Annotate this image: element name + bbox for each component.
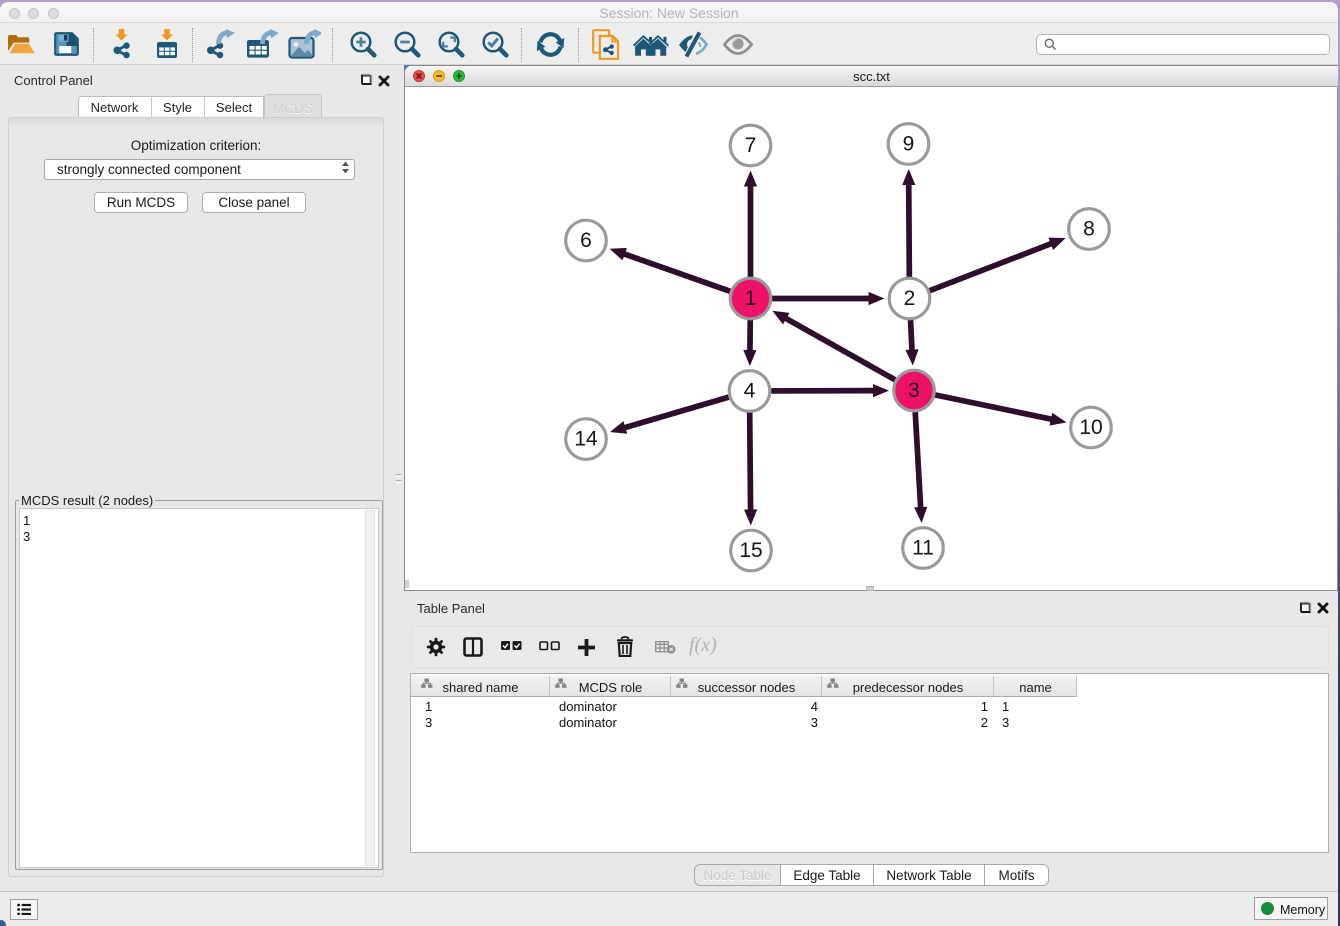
- svg-text:1: 1: [745, 287, 757, 310]
- svg-text:11: 11: [912, 537, 934, 560]
- svg-text:8: 8: [1083, 218, 1095, 241]
- svg-text:15: 15: [739, 539, 762, 562]
- svg-text:9: 9: [903, 133, 915, 156]
- svg-text:14: 14: [574, 428, 598, 451]
- svg-text:2: 2: [904, 287, 916, 310]
- svg-text:6: 6: [580, 229, 592, 252]
- svg-text:4: 4: [744, 380, 756, 403]
- svg-text:10: 10: [1079, 416, 1102, 439]
- svg-text:7: 7: [745, 134, 757, 157]
- svg-text:3: 3: [908, 379, 920, 402]
